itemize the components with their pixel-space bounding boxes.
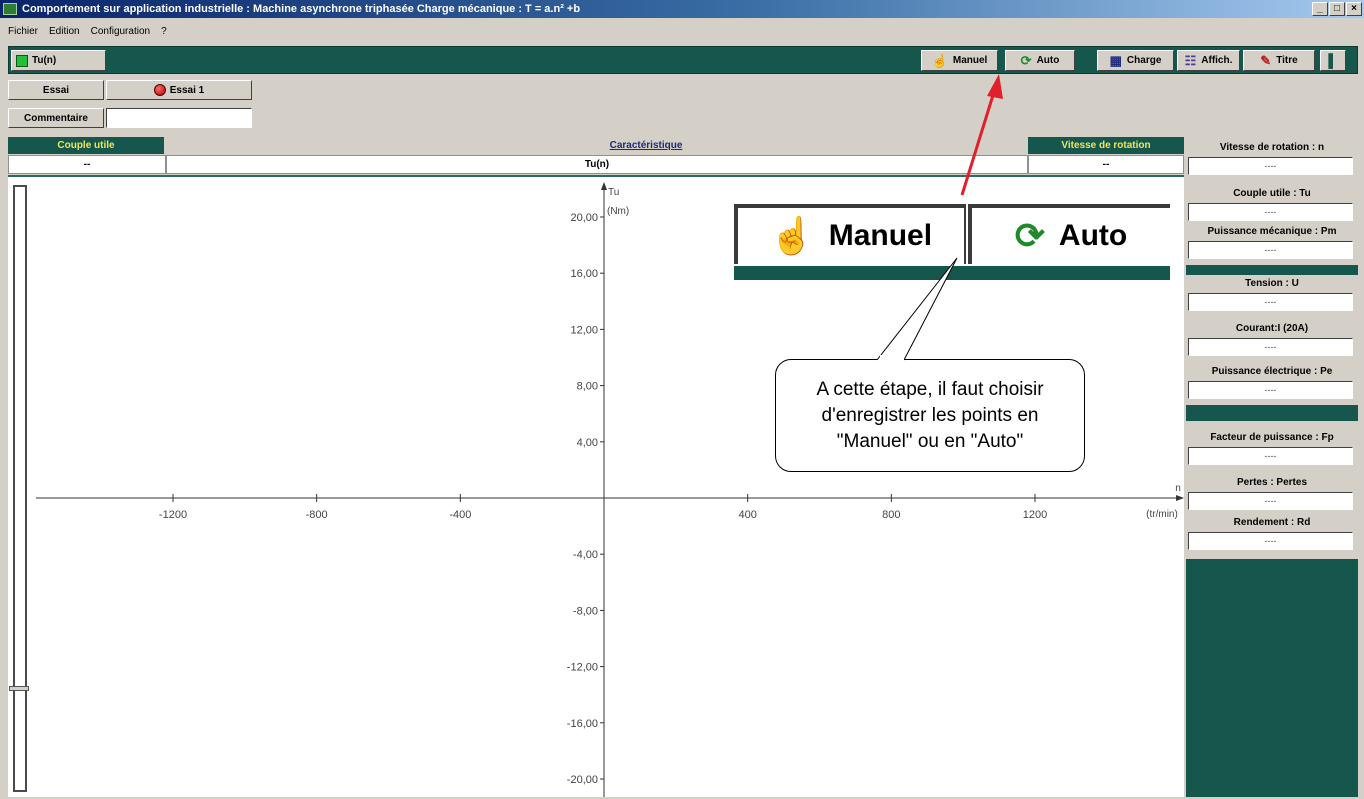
zoom-toolbar-strip xyxy=(734,266,1170,280)
y-tick-label: -4,00 xyxy=(573,549,598,561)
y-axis-arrow xyxy=(601,182,607,190)
measure-label: Vitesse de rotation : n xyxy=(1219,141,1325,153)
measure-label: Couple utile : Tu xyxy=(1233,187,1311,199)
x-tick-label: 800 xyxy=(882,509,900,521)
measure-value: ---- xyxy=(1188,293,1353,311)
x-tick-label: 400 xyxy=(738,509,756,521)
measure-label: Puissance mécanique : Pm xyxy=(1207,225,1337,237)
zoom-auto-button: ⟳ Auto xyxy=(968,204,1170,264)
zoom-pointing-hand-icon: ☝ xyxy=(769,215,815,256)
measure-value: ---- xyxy=(1188,203,1353,221)
measure-label: Rendement : Rd xyxy=(1233,516,1311,528)
y-tick-label: -16,00 xyxy=(567,718,598,730)
vertical-slider-thumb[interactable] xyxy=(9,686,29,691)
measure-label: Courant:I (20A) xyxy=(1235,322,1309,334)
measure-value: ---- xyxy=(1188,381,1353,399)
zoom-manuel-label: Manuel xyxy=(828,219,933,252)
zoom-manuel-button: ☝ Manuel xyxy=(734,204,966,264)
x-tick-label: -400 xyxy=(449,509,471,521)
measure-value: ---- xyxy=(1188,447,1353,465)
x-tick-label: 1200 xyxy=(1023,509,1047,521)
measure-label: Pertes : Pertes xyxy=(1236,476,1308,488)
measure-value: ---- xyxy=(1188,492,1353,510)
measure-value: ---- xyxy=(1188,241,1353,259)
y-tick-label: -12,00 xyxy=(567,662,598,674)
panel-bottom-fill xyxy=(1186,559,1358,797)
panel-separator xyxy=(1186,405,1358,421)
zoom-auto-label: Auto xyxy=(1058,219,1128,252)
measures-panel: Vitesse de rotation : n ---- Couple utile … xyxy=(1186,137,1358,797)
y-tick-label: 8,00 xyxy=(577,381,598,393)
chart-svg: -1200 -800 -400 400 800 1200 20,00 16,00 12,00 8,… xyxy=(36,182,1184,797)
x-axis-unit: (tr/min) xyxy=(1146,509,1178,520)
x-axis-label: n xyxy=(1175,483,1181,494)
measure-value: ---- xyxy=(1188,532,1353,550)
callout-line-3: "Manuel" ou en "Auto" xyxy=(836,430,1024,452)
measure-label: Puissance électrique : Pe xyxy=(1211,365,1333,377)
measure-value: ---- xyxy=(1188,157,1353,175)
measure-label: Facteur de puissance : Fp xyxy=(1210,431,1334,443)
callout-line-1: A cette étape, il faut choisir xyxy=(816,378,1044,400)
x-axis-arrow xyxy=(1176,495,1184,501)
instruction-callout: A cette étape, il faut choisir d'enregis… xyxy=(775,359,1085,472)
y-axis-label: Tu xyxy=(608,187,619,198)
y-tick-label: 20,00 xyxy=(570,212,598,224)
x-tick-label: -800 xyxy=(306,509,328,521)
y-axis-unit: (Nm) xyxy=(607,206,629,217)
y-tick-label: 12,00 xyxy=(570,324,598,336)
measure-label: Tension : U xyxy=(1245,277,1299,289)
zoomed-buttons-inset: ☝ Manuel ⟳ Auto xyxy=(734,200,1170,282)
y-tick-label: 4,00 xyxy=(577,437,598,449)
y-tick-label: -8,00 xyxy=(573,605,598,617)
x-tick-label: -1200 xyxy=(159,509,187,521)
y-tick-label: -20,00 xyxy=(567,774,598,786)
measure-value: ---- xyxy=(1188,338,1353,356)
callout-line-2: d'enregistrer les points en xyxy=(821,404,1039,426)
y-tick-label: 16,00 xyxy=(570,268,598,280)
zoom-refresh-icon: ⟳ xyxy=(1014,215,1045,256)
vertical-slider-track[interactable] xyxy=(13,185,27,792)
panel-separator xyxy=(1186,265,1358,275)
